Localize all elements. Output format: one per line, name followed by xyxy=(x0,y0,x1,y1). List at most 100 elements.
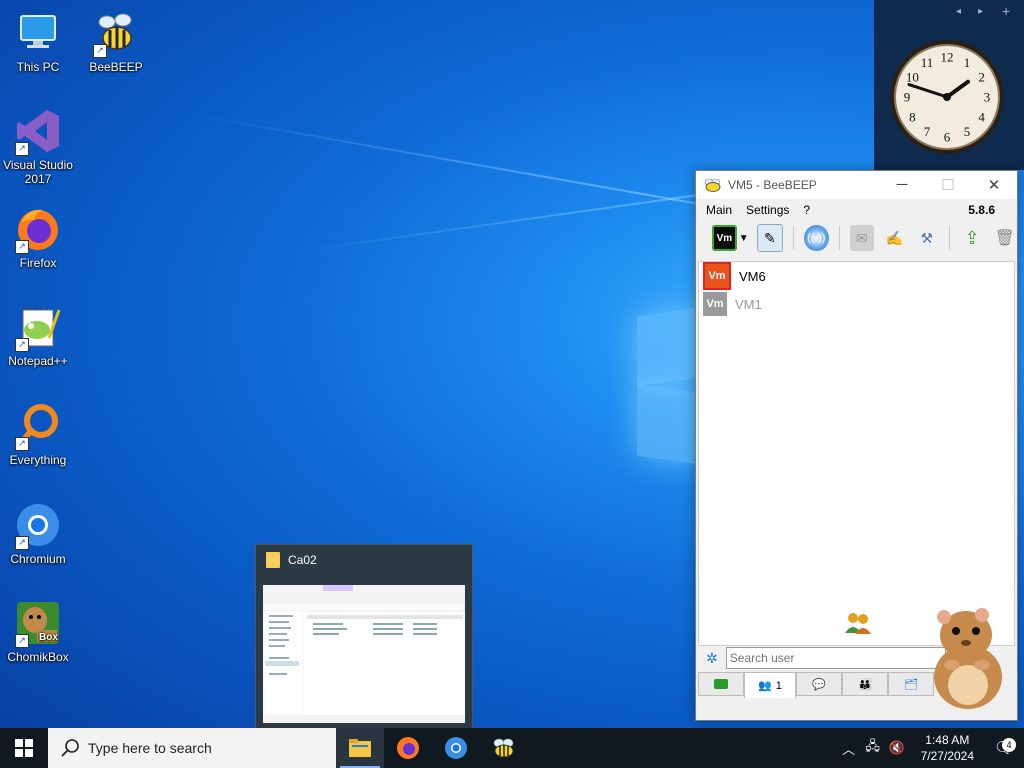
visual-studio-icon: ↗ xyxy=(15,108,61,156)
search-user-input[interactable] xyxy=(725,647,946,669)
status-dropdown-icon[interactable]: ▼ xyxy=(739,233,749,244)
shortcut-arrow-icon: ↗ xyxy=(93,44,107,58)
compose-icon[interactable]: ✍ xyxy=(882,225,907,251)
tab-chats[interactable]: 💬 xyxy=(796,672,842,696)
desktop-icon-everything[interactable]: ↗ Everything xyxy=(2,403,74,467)
taskbar-file-explorer[interactable] xyxy=(336,728,384,768)
chevron-up-icon[interactable]: ︿ xyxy=(839,739,859,758)
analog-clock: 12 12 3 45678 9 1011 xyxy=(890,40,1004,154)
search-placeholder: Type here to search xyxy=(88,740,212,756)
profile-edit-icon[interactable]: ✎ xyxy=(756,224,784,252)
windows-logo-icon xyxy=(15,739,33,757)
network-status-icon[interactable]: 🖧 xyxy=(863,737,883,759)
users-group-icon xyxy=(845,613,871,634)
clock-number: 1 xyxy=(964,55,971,70)
menu-main[interactable]: Main xyxy=(706,203,732,217)
desktop-icon-label: Everything xyxy=(9,453,67,467)
desktop-icon-label: Notepad++ xyxy=(8,354,68,368)
desktop-icon-chromium[interactable]: ↗ Chromium xyxy=(2,502,74,566)
windows-logo-pane xyxy=(637,307,697,387)
gear-icon[interactable]: ✲ xyxy=(706,650,718,667)
desktop-icon-label: Firefox xyxy=(19,256,57,270)
user-name: VM6 xyxy=(739,268,766,284)
shortcut-arrow-icon: ↗ xyxy=(15,142,29,156)
share-icon[interactable]: ⇪ xyxy=(960,225,985,251)
menu-settings[interactable]: Settings xyxy=(746,203,789,217)
desktop-icon-label: Visual Studio 2017 xyxy=(3,158,73,186)
start-button[interactable] xyxy=(0,728,48,768)
monitor-icon xyxy=(15,10,61,56)
desktop-icon-label: This PC xyxy=(16,60,60,74)
volume-muted-icon[interactable]: 🔇 xyxy=(887,740,907,756)
minimize-button[interactable]: ─ xyxy=(879,176,925,194)
notification-badge: 4 xyxy=(1002,738,1016,752)
clock-number: 5 xyxy=(964,124,971,139)
gadget-prev-icon[interactable]: ◂ xyxy=(956,6,961,17)
tools-icon[interactable]: ⚒ xyxy=(915,225,940,251)
desktop-icon-visual-studio[interactable]: ↗ Visual Studio 2017 xyxy=(2,108,74,186)
tab-home[interactable] xyxy=(698,672,744,696)
clock-number: 2 xyxy=(978,70,985,85)
taskbar-chromium[interactable] xyxy=(432,728,480,768)
taskbar-clock[interactable]: 1:48 AM 7/27/2024 xyxy=(921,732,974,764)
notepadpp-icon: ↗ xyxy=(15,304,61,352)
user-avatar: Vm xyxy=(703,262,731,290)
tab-groups[interactable]: 👪 xyxy=(842,672,888,696)
users-icon: 👥 xyxy=(758,680,772,692)
gadget-add-icon[interactable]: + xyxy=(1002,3,1010,19)
home-icon xyxy=(714,679,728,689)
tab-users[interactable]: 👥 1 xyxy=(744,672,796,698)
file-share-icon: 🗂 xyxy=(904,678,918,691)
network-icon[interactable]: ((·)) xyxy=(804,225,829,251)
taskbar-search-box[interactable]: Type here to search xyxy=(48,728,336,768)
desktop-icon-chomikbox[interactable]: Box ↗ ChomikBox xyxy=(2,600,74,664)
status-vm-icon[interactable]: Vm xyxy=(712,225,737,251)
groups-icon: 👪 xyxy=(858,678,872,691)
chomikbox-icon: Box ↗ xyxy=(15,600,61,648)
mail-icon[interactable]: ✉ xyxy=(849,225,875,251)
chromium-icon xyxy=(445,737,467,759)
beebeep-window[interactable]: VM5 - BeeBEEP ─ ☐ ✕ Main Settings ? 5.8.… xyxy=(695,170,1018,721)
desktop-icon-firefox[interactable]: ↗ Firefox xyxy=(2,206,74,270)
clock-date: 7/27/2024 xyxy=(920,749,974,763)
search-icon xyxy=(61,739,79,757)
close-button[interactable]: ✕ xyxy=(971,176,1017,194)
taskbar-beebeep[interactable] xyxy=(480,728,528,768)
desktop-icon-notepadpp[interactable]: ↗ Notepad++ xyxy=(2,304,74,368)
shortcut-arrow-icon: ↗ xyxy=(15,240,29,254)
clock-number: 9 xyxy=(904,90,911,105)
taskbar-firefox[interactable] xyxy=(384,728,432,768)
windows-logo-pane xyxy=(637,383,697,465)
folder-icon xyxy=(349,739,371,757)
action-center-button[interactable]: 🗨 4 xyxy=(984,738,1024,758)
gadget-next-icon[interactable]: ▸ xyxy=(978,6,983,17)
clock-number: 8 xyxy=(909,110,916,125)
maximize-button[interactable]: ☐ xyxy=(925,176,971,194)
bee-icon xyxy=(704,178,721,192)
user-list: Vm VM6 Vm VM1 xyxy=(698,261,1015,646)
tab-users-count: 1 xyxy=(775,679,782,692)
toolbar: Vm ▼ ✎ ((·)) ✉ ✍ ⚒ ⇪ 🗑 xyxy=(696,221,1017,255)
clock-number: 4 xyxy=(978,110,985,125)
list-item[interactable]: Vm VM6 xyxy=(699,262,1014,290)
clock-number: 6 xyxy=(944,130,951,145)
hamster-mascot-icon xyxy=(934,608,1002,709)
taskbar-thumbnail-preview[interactable]: Ca02 xyxy=(255,544,473,730)
taskbar: Type here to search ︿ 🖧 🔇 1:48 AM 7/27/2… xyxy=(0,728,1024,768)
desktop-icon-label: BeeBEEP xyxy=(89,60,143,74)
bee-icon: ↗ xyxy=(93,10,139,58)
system-tray: ︿ 🖧 🔇 1:48 AM 7/27/2024 🗨 4 xyxy=(839,732,1024,764)
folder-icon xyxy=(266,552,280,568)
menu-help[interactable]: ? xyxy=(803,203,810,217)
clock-time: 1:48 AM xyxy=(925,733,970,747)
clock-number: 7 xyxy=(924,124,931,139)
svg-text:Box: Box xyxy=(39,632,58,643)
menu-bar: Main Settings ? 5.8.6 xyxy=(696,199,1017,221)
list-item[interactable]: Vm VM1 xyxy=(699,290,1014,318)
trash-icon[interactable]: 🗑 xyxy=(992,225,1017,251)
clock-number: 11 xyxy=(921,55,934,70)
desktop-icon-beebeep[interactable]: ↗ BeeBEEP xyxy=(80,10,152,74)
desktop-icon-this-pc[interactable]: This PC xyxy=(2,10,74,74)
everything-icon: ↗ xyxy=(15,403,61,451)
title-bar[interactable]: VM5 - BeeBEEP ─ ☐ ✕ xyxy=(696,171,1017,199)
